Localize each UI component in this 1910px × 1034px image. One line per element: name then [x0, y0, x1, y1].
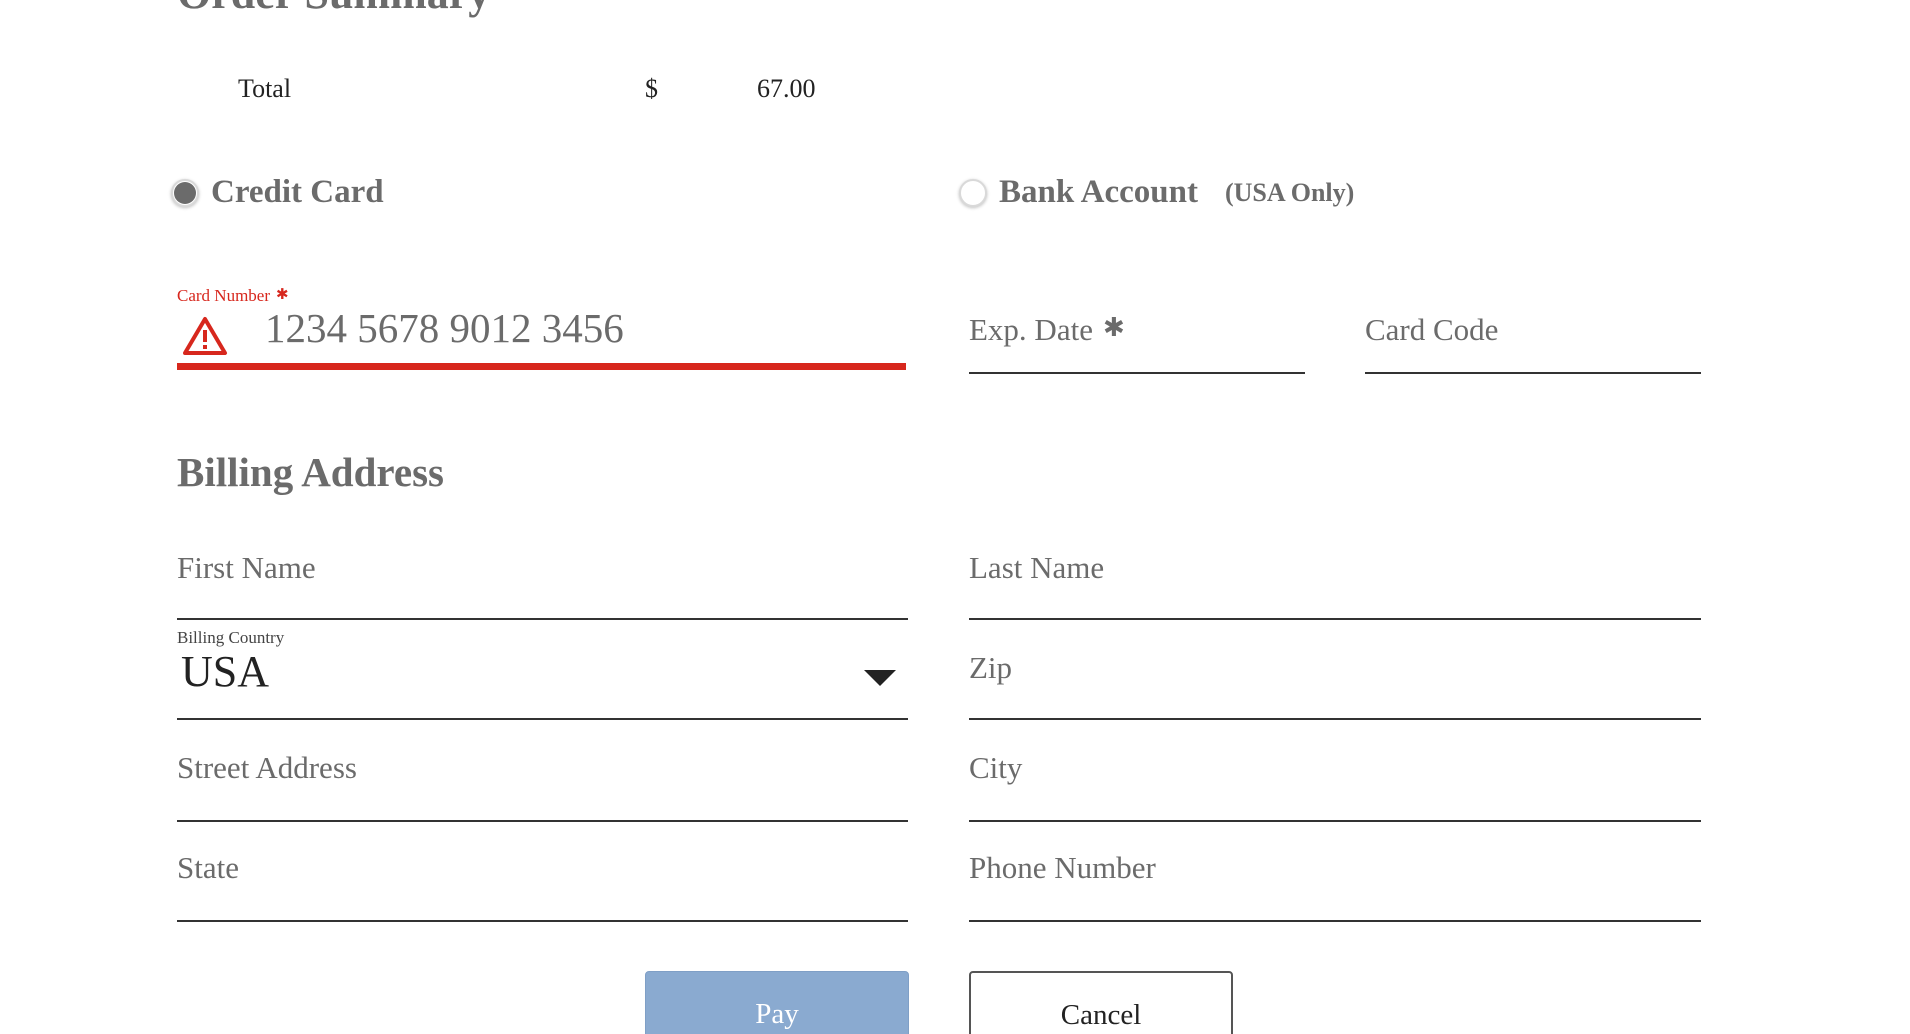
cancel-button[interactable]: Cancel: [969, 971, 1233, 1034]
card-number-error-underline: [177, 363, 906, 370]
credit-card-radio-label[interactable]: Credit Card: [211, 174, 384, 211]
card-number-label: Card Number ✱: [177, 286, 289, 305]
phone-number-field[interactable]: Phone Number: [969, 822, 1701, 922]
radio-checked-icon[interactable]: [171, 178, 199, 207]
billing-country-label: Billing Country: [177, 628, 285, 647]
city-placeholder: City: [969, 750, 1023, 785]
zip-field[interactable]: Zip: [969, 620, 1701, 720]
street-address-field[interactable]: Street Address: [177, 720, 908, 822]
street-address-placeholder: Street Address: [177, 750, 357, 785]
billing-address-heading: Billing Address: [177, 449, 444, 495]
required-icon: ✱: [1102, 313, 1125, 342]
city-field[interactable]: City: [969, 720, 1701, 822]
card-code-placeholder: Card Code: [1365, 312, 1499, 347]
exp-date-placeholder: Exp. Date ✱: [969, 312, 1125, 347]
billing-country-value[interactable]: USA: [181, 646, 269, 697]
pay-button[interactable]: Pay: [645, 971, 909, 1034]
bank-account-radio[interactable]: Bank Account: [959, 174, 1198, 211]
exp-date-field[interactable]: Exp. Date ✱: [969, 300, 1305, 374]
radio-unchecked-icon[interactable]: [959, 178, 987, 207]
required-icon: ✱: [276, 287, 289, 303]
billing-country-select[interactable]: Billing Country USA: [177, 620, 908, 720]
last-name-placeholder: Last Name: [969, 550, 1105, 585]
zip-placeholder: Zip: [969, 650, 1013, 685]
last-name-field[interactable]: Last Name: [969, 540, 1701, 620]
state-field[interactable]: State: [177, 822, 908, 922]
first-name-placeholder: First Name: [177, 550, 316, 585]
order-summary-heading: Order Summary: [177, 0, 490, 19]
total-amount: 67.00: [757, 74, 816, 103]
total-label: Total: [238, 74, 292, 103]
phone-number-placeholder: Phone Number: [969, 850, 1156, 885]
card-number-input[interactable]: 1234 5678 9012 3456: [265, 304, 624, 352]
card-code-field[interactable]: Card Code: [1365, 300, 1701, 374]
first-name-field[interactable]: First Name: [177, 540, 908, 620]
total-currency: $: [645, 74, 658, 103]
card-number-field[interactable]: Card Number ✱ 1234 5678 9012 3456: [177, 282, 906, 372]
warning-triangle-icon: [183, 317, 227, 355]
state-placeholder: State: [177, 850, 239, 885]
bank-account-note: (USA Only): [1225, 178, 1355, 207]
caret-down-icon[interactable]: [864, 670, 896, 686]
credit-card-radio[interactable]: Credit Card: [171, 174, 384, 211]
payment-page: Order Summary Total $ 67.00 Credit Card …: [0, 0, 1910, 1034]
bank-account-radio-label[interactable]: Bank Account: [999, 174, 1198, 211]
